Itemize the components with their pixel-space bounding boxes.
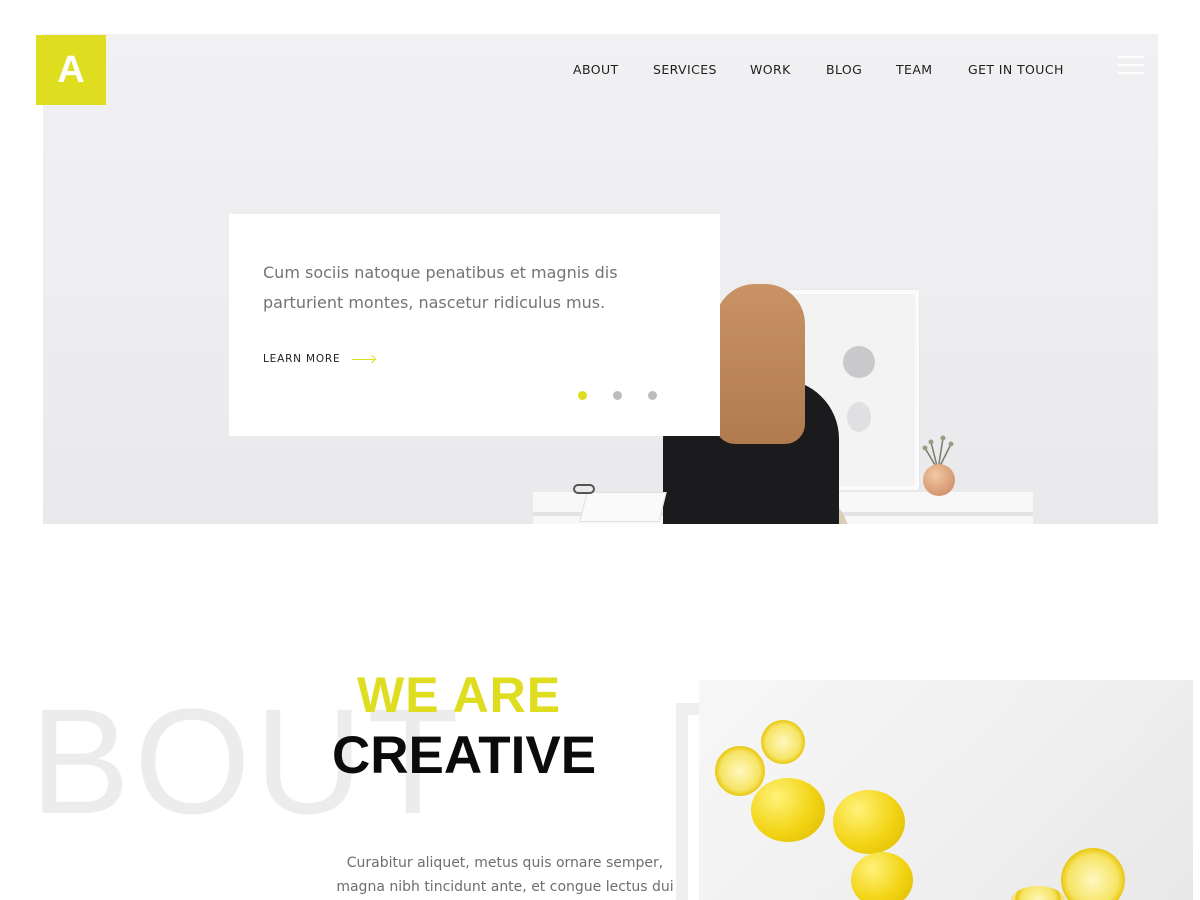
nav-item-blog[interactable]: BLOG <box>826 62 862 77</box>
nav-item-about[interactable]: ABOUT <box>573 62 619 77</box>
copper-vase <box>923 464 955 496</box>
slide-dot-3[interactable] <box>648 391 657 400</box>
slider-pagination <box>578 391 683 400</box>
arrow-right-icon <box>352 355 376 363</box>
hero-slider: Cum sociis natoque penatibus et magnis d… <box>43 34 1158 524</box>
about-heading-line2: CREATIVE <box>332 726 597 785</box>
nav-item-get-in-touch[interactable]: GET IN TOUCH <box>968 62 1064 77</box>
open-book <box>579 492 667 522</box>
learn-more-label: LEARN MORE <box>263 353 341 365</box>
nav-item-work[interactable]: WORK <box>750 62 791 77</box>
about-text: Curabitur aliquet, metus quis ornare sem… <box>336 855 674 895</box>
slide-dot-2[interactable] <box>613 391 622 400</box>
nav-item-team[interactable]: TEAM <box>896 62 932 77</box>
main-nav: ABOUT SERVICES WORK BLOG TEAM GET IN TOU… <box>0 62 1200 78</box>
hamburger-icon[interactable] <box>1118 56 1144 76</box>
slide-dot-1[interactable] <box>578 391 587 400</box>
lemons-photo <box>699 680 1193 900</box>
glasses <box>573 484 595 494</box>
nav-item-services[interactable]: SERVICES <box>653 62 717 77</box>
person-hair <box>715 284 805 444</box>
slide-card: Cum sociis natoque penatibus et magnis d… <box>229 214 720 436</box>
learn-more-link[interactable]: LEARN MORE <box>263 353 376 365</box>
about-heading-line1: WE ARE <box>357 667 562 723</box>
slide-text: Cum sociis natoque penatibus et magnis d… <box>263 263 618 312</box>
